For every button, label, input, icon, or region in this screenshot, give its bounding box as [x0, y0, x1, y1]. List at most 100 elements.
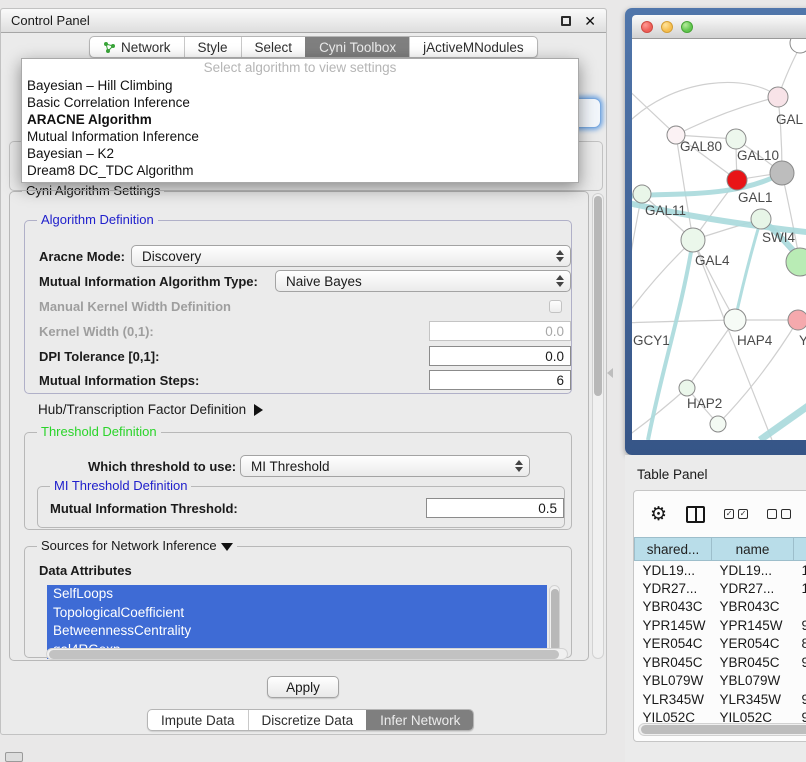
network-edge[interactable] — [676, 97, 778, 135]
deselect-all-columns-icon[interactable] — [767, 509, 791, 519]
table-cell[interactable]: YBR045C — [635, 653, 712, 672]
table-cell[interactable]: 12 — [794, 579, 806, 598]
network-edge-thick[interactable] — [735, 219, 761, 320]
table-row[interactable]: YLR345WYLR345W9. — [635, 690, 806, 709]
dropdown-item[interactable]: ARACNE Algorithm — [22, 111, 578, 128]
table-cell[interactable]: YDL19... — [635, 561, 712, 580]
table-row[interactable]: YDR27...YDR27...12 — [635, 579, 806, 598]
mi-steps-field[interactable]: 6 — [429, 370, 571, 390]
dropdown-item[interactable]: Bayesian – Hill Climbing — [22, 77, 578, 94]
network-node-GAL4[interactable] — [681, 228, 705, 252]
columns-icon[interactable] — [686, 506, 705, 523]
table-cell[interactable]: YBR043C — [635, 598, 712, 617]
tab-select[interactable]: Select — [241, 37, 306, 57]
network-edge[interactable] — [632, 194, 642, 323]
network-node-HAP2[interactable] — [679, 380, 695, 396]
dropdown-item[interactable]: Mutual Information Inference — [22, 128, 578, 145]
tab-jactivemnodules[interactable]: jActiveMNodules — [409, 37, 537, 57]
which-threshold-select[interactable]: MI Threshold — [240, 455, 530, 477]
close-icon[interactable]: ✕ — [584, 16, 596, 26]
attribute-list-item[interactable]: BetweennessCentrality — [47, 622, 547, 641]
tab-style[interactable]: Style — [184, 37, 241, 57]
table-cell[interactable]: YBL079W — [712, 672, 794, 691]
network-edge[interactable] — [693, 240, 735, 320]
hub-transcription-factor-expander[interactable]: Hub/Transcription Factor Definition — [38, 402, 263, 417]
network-node-node-pink-top[interactable] — [768, 87, 788, 107]
tab-discretize-data[interactable]: Discretize Data — [248, 710, 367, 730]
network-node-node-big-green[interactable] — [786, 248, 806, 276]
dpi-tolerance-field[interactable]: 0.0 — [429, 346, 571, 366]
tab-network[interactable]: Network — [90, 37, 184, 57]
close-traffic-light[interactable] — [641, 21, 653, 33]
table-cell[interactable]: 8. — [794, 635, 806, 654]
network-edge[interactable] — [632, 84, 676, 135]
network-node-GAL11[interactable] — [633, 185, 651, 203]
table-cell[interactable]: YER054C — [712, 635, 794, 654]
network-node-node-bottom[interactable] — [710, 416, 726, 432]
minimize-traffic-light[interactable] — [661, 21, 673, 33]
table-cell[interactable] — [794, 672, 806, 691]
network-edge[interactable] — [632, 82, 778, 129]
mi-threshold-field[interactable]: 0.5 — [426, 498, 564, 518]
network-node-node-top-outline[interactable] — [790, 39, 806, 53]
table-cell[interactable]: YBR043C — [712, 598, 794, 617]
attribute-list-item[interactable]: SelfLoops — [47, 585, 547, 604]
table-horizontal-scrollbar[interactable] — [638, 723, 806, 736]
zoom-traffic-light[interactable] — [681, 21, 693, 33]
network-node-HAP4[interactable] — [724, 309, 746, 331]
table-cell[interactable]: 9. — [794, 653, 806, 672]
gear-icon[interactable]: ⚙ — [650, 505, 667, 524]
tab-infer-network[interactable]: Infer Network — [366, 710, 473, 730]
table-cell[interactable] — [794, 598, 806, 617]
tab-impute-data[interactable]: Impute Data — [148, 710, 248, 730]
table-cell[interactable]: YLR345W — [635, 690, 712, 709]
settings-vertical-scrollbar[interactable] — [592, 193, 604, 659]
apply-button[interactable]: Apply — [267, 676, 339, 698]
table-cell[interactable]: 9. — [794, 690, 806, 709]
dropdown-item[interactable]: Basic Correlation Inference — [22, 94, 578, 111]
table-cell[interactable]: YDR27... — [635, 579, 712, 598]
sources-legend[interactable]: Sources for Network Inference — [37, 538, 237, 553]
network-node-node-green-mid[interactable] — [726, 129, 746, 149]
network-node-node-pink-right[interactable] — [788, 310, 806, 330]
table-row[interactable]: YER054CYER054C8. — [635, 635, 806, 654]
mi-algorithm-type-select[interactable]: Naive Bayes — [275, 270, 571, 292]
table-row[interactable]: YBR043CYBR043C — [635, 598, 806, 617]
dropdown-item[interactable]: Dream8 DC_TDC Algorithm — [22, 162, 578, 179]
network-canvas[interactable]: GALGAL80GAL10GAL1GAL11SWI4GAL4GCY1HAP4YH… — [632, 39, 806, 440]
table-cell[interactable]: YBR045C — [712, 653, 794, 672]
table-cell[interactable]: YDL19... — [712, 561, 794, 580]
panel-divider-arrow[interactable] — [607, 368, 613, 378]
table-row[interactable]: YDL19...YDL19...13 — [635, 561, 806, 580]
column-header[interactable]: A — [794, 538, 806, 561]
table-cell[interactable]: YLR345W — [712, 690, 794, 709]
select-all-columns-icon[interactable]: ✓✓ — [724, 509, 748, 519]
table-cell[interactable]: YER054C — [635, 635, 712, 654]
table-row[interactable]: YPR145WYPR145W9. — [635, 616, 806, 635]
table-cell[interactable]: YPR145W — [712, 616, 794, 635]
aracne-mode-select[interactable]: Discovery — [131, 245, 571, 267]
table-cell[interactable]: 9. — [794, 616, 806, 635]
column-header[interactable]: name — [712, 538, 794, 561]
table-row[interactable]: YBR045CYBR045C9. — [635, 653, 806, 672]
table-cell[interactable]: YDR27... — [712, 579, 794, 598]
table-cell[interactable]: 13 — [794, 561, 806, 580]
network-edge[interactable] — [687, 320, 735, 388]
tab-cyni-toolbox[interactable]: Cyni Toolbox — [305, 37, 409, 57]
network-node-GAL1[interactable] — [727, 170, 747, 190]
table-cell[interactable]: YBL079W — [635, 672, 712, 691]
attribute-list-item[interactable]: TopologicalCoefficient — [47, 604, 547, 623]
dropdown-item[interactable]: Bayesian – K2 — [22, 145, 578, 162]
manual-kernel-width-checkbox[interactable] — [549, 300, 562, 313]
network-edge[interactable] — [632, 320, 735, 323]
float-window-icon[interactable] — [561, 16, 571, 26]
table-row[interactable]: YBL079WYBL079W — [635, 672, 806, 691]
column-header[interactable]: shared... — [635, 538, 712, 561]
corner-widget[interactable] — [5, 752, 23, 762]
table-cell[interactable]: YPR145W — [635, 616, 712, 635]
kernel-width-field[interactable]: 0.0 — [429, 321, 571, 341]
settings-horizontal-scrollbar[interactable] — [46, 648, 568, 660]
network-node-SWI4[interactable] — [751, 209, 771, 229]
network-edge-thick[interactable] — [760, 394, 806, 440]
network-node-node-gray[interactable] — [770, 161, 794, 185]
